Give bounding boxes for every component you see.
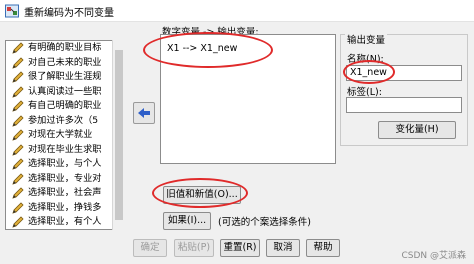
pencil-scale-icon <box>12 114 25 127</box>
label-field[interactable] <box>346 97 462 113</box>
pencil-scale-icon <box>12 129 25 141</box>
variable-label: 很了解职业生涯规 <box>28 71 102 82</box>
variable-list-item[interactable]: 很了解职业生涯规 <box>6 70 124 85</box>
variable-list-item[interactable]: 选择职业，挣钱多 <box>6 201 124 216</box>
variable-label: 对现在毕业生求职 <box>28 143 102 155</box>
variable-list-item[interactable]: 对现在大学就业 <box>6 128 124 143</box>
variable-list-item[interactable]: 选择职业，社会声 <box>6 186 124 201</box>
pencil-scale-icon <box>12 172 25 185</box>
if-hint-text: (可选的个案选择条件) <box>218 217 311 228</box>
pencil-scale-icon <box>12 85 25 98</box>
pencil-scale-icon <box>12 42 25 54</box>
pencil-scale-icon <box>12 187 25 199</box>
variable-list-item[interactable]: 对自己未来的职业 <box>6 56 124 71</box>
recode-dialog: 重新编码为不同变量 有明确的职业目标 对自己未来的职业 很了解职业生涯规 认真阅读过一… <box>0 0 474 264</box>
pencil-scale-icon <box>12 216 25 228</box>
output-variable-legend: 输出变量 <box>345 32 388 46</box>
variable-list-item[interactable]: 有明确的职业目标 <box>6 41 124 56</box>
ok-button[interactable]: 确定 <box>133 239 167 257</box>
variable-label: 选择职业，专业对 <box>28 172 102 184</box>
highlight-oval-name <box>343 60 395 84</box>
arrow-left-icon <box>138 108 150 118</box>
variable-list-item[interactable]: 选择职业，有个人 <box>6 215 124 229</box>
variable-list-item[interactable]: 选择职业，与个人 <box>6 157 124 172</box>
variable-label: 对自己未来的职业 <box>28 56 102 68</box>
variable-list-item[interactable]: 对现在毕业生求职 <box>6 143 124 158</box>
highlight-oval-mapping <box>143 32 273 68</box>
cancel-button[interactable]: 取消 <box>266 239 300 257</box>
pencil-scale-icon <box>12 56 25 69</box>
reset-button[interactable]: 重置(R) <box>220 239 260 257</box>
highlight-oval-old-new <box>152 178 248 208</box>
pencil-scale-icon <box>12 71 25 83</box>
variable-list-item[interactable]: 在校学习成绩与求 <box>6 230 124 231</box>
pencil-scale-icon <box>12 158 25 170</box>
title-bar: 重新编码为不同变量 <box>0 0 474 22</box>
change-button[interactable]: 变化量(H) <box>378 121 456 139</box>
variable-label: 有自己明确的职业 <box>28 100 102 111</box>
variable-label: 选择职业，社会声 <box>28 187 102 198</box>
variable-list-item[interactable]: 参加过许多次（5 <box>6 114 124 129</box>
variable-list-item[interactable]: 认真阅读过一些职 <box>6 85 124 100</box>
if-button[interactable]: 如果(I)... <box>163 212 211 230</box>
variable-label: 参加过许多次（5 <box>28 114 99 126</box>
variable-label: 选择职业，与个人 <box>28 158 102 169</box>
window-title: 重新编码为不同变量 <box>24 8 114 19</box>
paste-button[interactable]: 粘贴(P) <box>174 239 214 257</box>
variable-label: 选择职业，挣钱多 <box>28 201 102 213</box>
variable-list-scrollbar[interactable] <box>112 40 125 230</box>
watermark: CSDN @艾派森 <box>401 251 466 261</box>
help-button[interactable]: 帮助 <box>306 239 340 257</box>
variable-label: 有明确的职业目标 <box>28 42 102 53</box>
variable-label: 认真阅读过一些职 <box>28 85 102 97</box>
move-variable-button[interactable] <box>133 102 155 124</box>
source-variable-list[interactable]: 有明确的职业目标 对自己未来的职业 很了解职业生涯规 认真阅读过一些职 有自己明确的职业… <box>5 40 125 230</box>
pencil-scale-icon <box>12 143 25 156</box>
variable-label: 对现在大学就业 <box>28 129 93 140</box>
variable-list-item[interactable]: 有自己明确的职业 <box>6 99 124 114</box>
scrollbar-thumb[interactable] <box>115 50 123 220</box>
pencil-scale-icon <box>12 100 25 112</box>
recode-app-icon <box>5 4 19 18</box>
label-label: 标签(L): <box>347 87 382 98</box>
variable-list-item[interactable]: 选择职业，专业对 <box>6 172 124 187</box>
variable-label: 选择职业，有个人 <box>28 216 102 227</box>
pencil-scale-icon <box>12 201 25 214</box>
